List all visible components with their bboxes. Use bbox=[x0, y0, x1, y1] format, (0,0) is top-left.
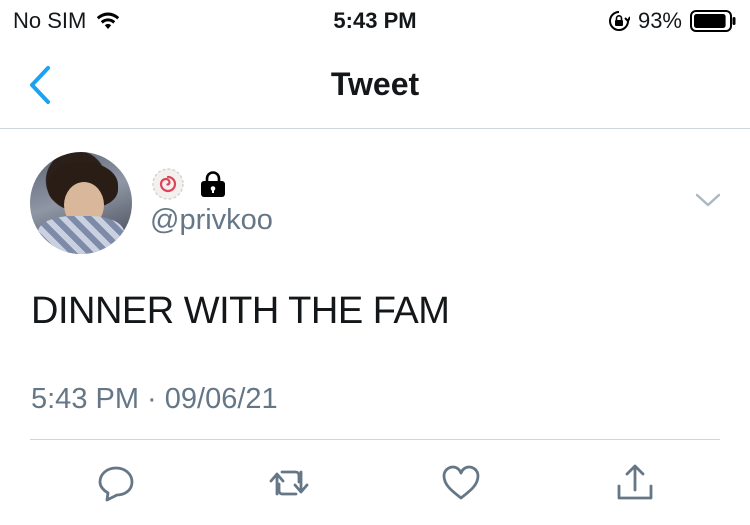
status-bar: No SIM 5:43 PM 93% bbox=[0, 0, 750, 42]
battery-percent: 93% bbox=[637, 8, 682, 33]
tweet-text: DINNER WITH THE FAM bbox=[31, 290, 450, 332]
share-icon[interactable] bbox=[614, 462, 656, 504]
reply-icon[interactable] bbox=[95, 462, 137, 504]
page-title: Tweet bbox=[330, 66, 420, 102]
retweet-icon[interactable] bbox=[268, 462, 310, 504]
divider bbox=[30, 439, 720, 440]
avatar[interactable] bbox=[30, 152, 132, 254]
like-icon[interactable] bbox=[440, 462, 482, 504]
nav-bar: Tweet bbox=[0, 42, 750, 129]
battery-icon bbox=[690, 10, 736, 32]
user-handle[interactable]: @privkoo bbox=[150, 204, 273, 237]
chevron-down-icon[interactable] bbox=[694, 190, 722, 210]
lock-icon bbox=[201, 171, 225, 197]
swirl-emoji-icon bbox=[152, 168, 184, 200]
orientation-lock-icon bbox=[608, 11, 630, 31]
tweet-timestamp: 5:43 PM · 09/06/21 bbox=[31, 383, 278, 415]
status-right: 93% bbox=[608, 8, 736, 34]
